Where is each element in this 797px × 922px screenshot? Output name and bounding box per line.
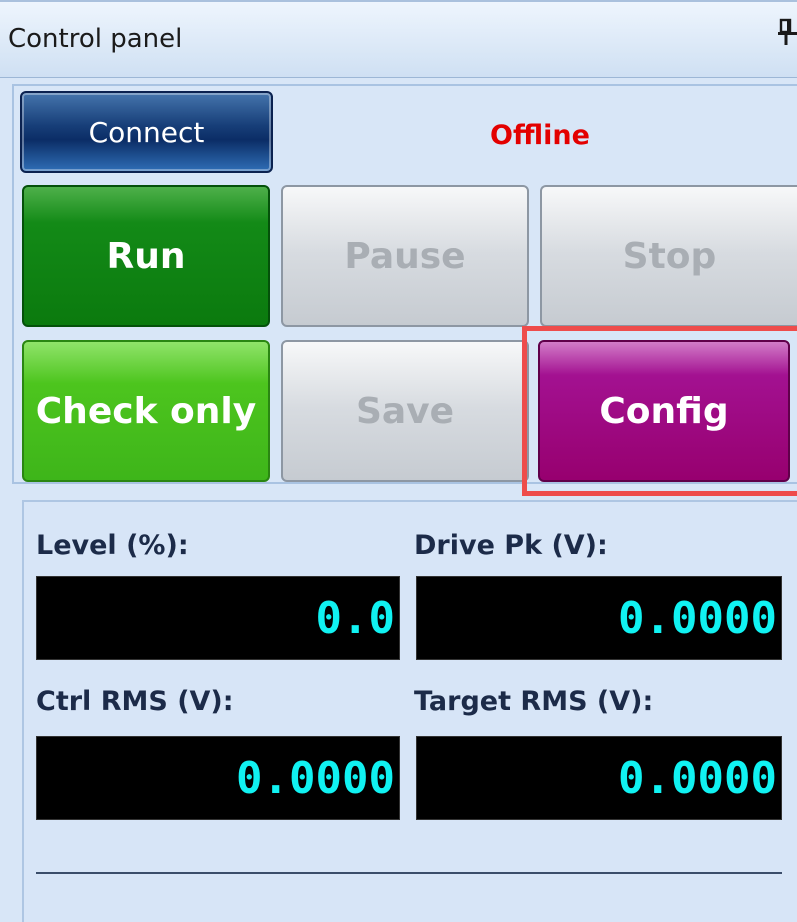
ctrl-rms-label: Ctrl RMS (V): [36,686,234,717]
pause-button[interactable]: Pause [281,185,529,327]
stop-button[interactable]: Stop [540,185,797,327]
level-display: 0.0 [36,576,400,660]
save-button[interactable]: Save [281,340,529,482]
divider [36,872,782,874]
target-rms-label: Target RMS (V): [414,686,654,717]
panel-title-bar: Control panel [0,0,797,78]
config-button[interactable]: Config [538,340,790,482]
drive-pk-label: Drive Pk (V): [414,530,608,561]
level-label: Level (%): [36,530,189,561]
drive-pk-display: 0.0000 [416,576,782,660]
check-only-button[interactable]: Check only [22,340,270,482]
control-panel: Connect Offline Run Pause Stop Check onl… [0,78,797,922]
connection-status: Offline [490,120,590,151]
run-button[interactable]: Run [22,185,270,327]
target-rms-display: 0.0000 [416,736,782,820]
ctrl-rms-display: 0.0000 [36,736,400,820]
connect-button[interactable]: Connect [20,91,273,173]
pin-icon[interactable] [778,18,797,52]
panel-title: Control panel [8,24,183,54]
